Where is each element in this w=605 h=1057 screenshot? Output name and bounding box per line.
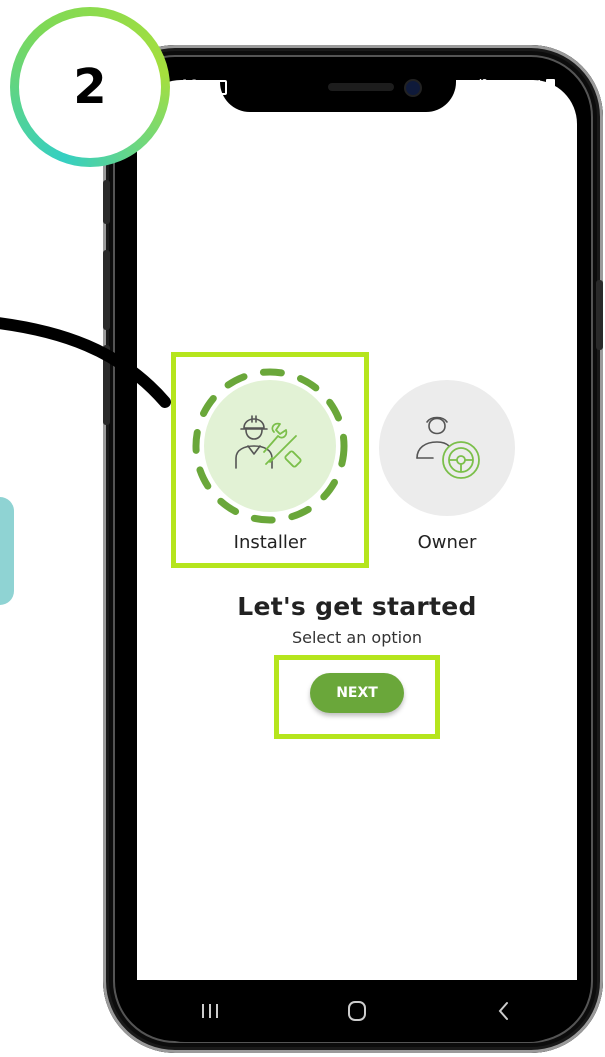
home-button[interactable] bbox=[327, 991, 387, 1031]
phone-volume-button bbox=[103, 345, 110, 425]
owner-circle bbox=[379, 380, 515, 516]
side-tab-decoration bbox=[0, 497, 14, 605]
option-owner[interactable]: Owner bbox=[372, 380, 522, 553]
battery-icon bbox=[545, 79, 555, 92]
signal-icon bbox=[494, 79, 509, 92]
phone-side-button bbox=[103, 180, 110, 224]
step-badge: 2 bbox=[10, 7, 170, 167]
owner-driver-icon bbox=[416, 416, 480, 479]
owner-label: Owner bbox=[417, 532, 477, 553]
highlight-installer bbox=[171, 352, 369, 568]
phone-notch bbox=[220, 62, 456, 112]
phone-power-button bbox=[596, 280, 603, 350]
status-time: :16 bbox=[174, 76, 199, 95]
recent-apps-icon bbox=[202, 1004, 219, 1018]
battery-percent: 77% bbox=[512, 77, 543, 94]
phone-volume-button bbox=[103, 250, 110, 330]
page-title: Let's get started bbox=[237, 592, 477, 621]
network-type: 4G LTE bbox=[478, 78, 491, 93]
step-number: 2 bbox=[19, 16, 161, 158]
status-indicators: 4G LTE 77% bbox=[478, 77, 555, 94]
back-button[interactable] bbox=[474, 991, 534, 1031]
android-navbar bbox=[137, 980, 577, 1042]
recent-apps-button[interactable] bbox=[180, 991, 240, 1031]
home-icon bbox=[347, 1001, 366, 1021]
back-icon bbox=[498, 1002, 508, 1020]
front-camera bbox=[404, 79, 422, 97]
image-notification-icon bbox=[210, 80, 227, 95]
highlight-next bbox=[274, 655, 440, 739]
speaker-grill bbox=[328, 83, 394, 91]
page-subtitle: Select an option bbox=[291, 628, 423, 647]
